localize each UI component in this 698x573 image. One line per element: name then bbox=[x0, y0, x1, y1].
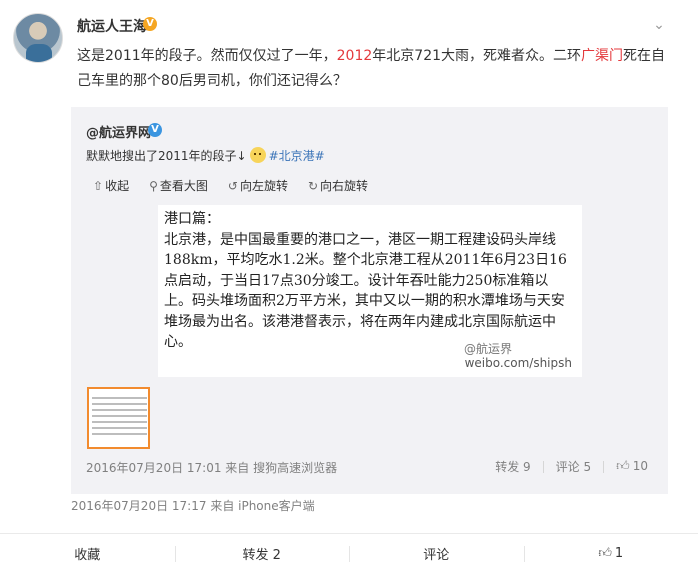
thumbnail-text-preview bbox=[92, 397, 147, 439]
repost-like-button[interactable]: 👍︎ 10 bbox=[616, 459, 648, 474]
thumbs-up-icon: 👍︎ bbox=[616, 459, 630, 474]
view-large-label: 查看大图 bbox=[159, 179, 208, 193]
repost-comment-link[interactable]: 评论 5 bbox=[556, 458, 591, 475]
comment-label: 评论 bbox=[423, 548, 450, 563]
repost-like-count: 10 bbox=[632, 459, 648, 473]
repost-forward-link[interactable]: 转发 9 bbox=[495, 458, 530, 475]
emoji-icon bbox=[249, 147, 266, 163]
post-timestamp[interactable]: 2016年07月20日 17:17 bbox=[71, 499, 206, 513]
post-username[interactable]: 航运人王海 bbox=[77, 16, 147, 36]
post-text: 这是2011年的段子。然而仅仅过了一年，2012年北京721大雨，死难者众。二环… bbox=[77, 44, 667, 94]
divider bbox=[542, 460, 544, 473]
view-large-button[interactable]: ⚲ 查看大图 bbox=[149, 177, 208, 194]
action-bar: 收藏 转发 2 评论 👍︎ 1 bbox=[0, 533, 698, 573]
magnifier-icon: ⚲ bbox=[149, 178, 158, 193]
collapse-label: 收起 bbox=[105, 179, 130, 193]
divider bbox=[603, 460, 605, 473]
repost-label: 转发 2 bbox=[242, 548, 281, 563]
repost-meta: 2016年07月20日 17:01 来自 搜狗高速浏览器 bbox=[86, 461, 338, 475]
year-link[interactable]: 2012 bbox=[337, 48, 373, 64]
collapse-button[interactable]: ⇧ 收起 bbox=[93, 177, 129, 194]
topic-link[interactable]: #北京港# bbox=[269, 149, 325, 163]
rotate-left-label: 向左旋转 bbox=[239, 179, 288, 193]
post-source: 来自 iPhone客户端 bbox=[210, 499, 315, 513]
verified-icon: V bbox=[148, 123, 162, 137]
image-toolbar: ⇧ 收起 ⚲ 查看大图 ↺ 向左旋转 ↻ 向右旋转 bbox=[93, 177, 388, 194]
image-body-text: 北京港，是中国最重要的港口之一，港区一期工程建设码头岸线188km，平均吃水1.… bbox=[164, 231, 567, 351]
image-heading: 港口篇： bbox=[164, 211, 220, 227]
reposted-weibo: @航运界网 V 默默地搜出了2011年的段子↓ #北京港# ⇧ 收起 ⚲ 查看大图 ↺… bbox=[71, 107, 668, 494]
place-link[interactable]: 广渠门 bbox=[581, 48, 623, 64]
verified-icon: V bbox=[143, 17, 157, 31]
rotate-left-icon: ↺ bbox=[227, 178, 238, 193]
favorite-button[interactable]: 收藏 bbox=[0, 534, 175, 573]
image-thumbnail[interactable] bbox=[87, 387, 150, 449]
like-button[interactable]: 👍︎ 1 bbox=[523, 534, 698, 573]
rotate-right-button[interactable]: ↻ 向右旋转 bbox=[308, 177, 368, 194]
rotate-right-icon: ↻ bbox=[307, 178, 319, 193]
expanded-image[interactable]: 港口篇： 北京港，是中国最重要的港口之一，港区一期工程建设码头岸线188km，平… bbox=[158, 205, 582, 377]
collapse-arrow-icon: ⇧ bbox=[93, 178, 104, 193]
thumbs-up-icon: 👍︎ bbox=[598, 546, 612, 561]
repost-text: 默默地搜出了2011年的段子↓ #北京港# bbox=[86, 147, 325, 165]
like-count: 1 bbox=[614, 546, 624, 561]
comment-button[interactable]: 评论 bbox=[349, 534, 524, 573]
post-text-part: 这是2011年的段子。然而仅仅过了一年， bbox=[77, 48, 337, 64]
avatar[interactable] bbox=[13, 13, 63, 63]
repost-button[interactable]: 转发 2 bbox=[174, 534, 350, 573]
image-watermark-url: weibo.com/shipsh bbox=[464, 356, 572, 370]
rotate-right-label: 向右旋转 bbox=[320, 179, 369, 193]
favorite-label: 收藏 bbox=[74, 548, 101, 563]
repost-text-body: 默默地搜出了2011年的段子↓ bbox=[86, 149, 247, 163]
rotate-left-button[interactable]: ↺ 向左旋转 bbox=[228, 177, 288, 194]
post-text-part: 年北京721大雨，死难者众。二环 bbox=[372, 48, 582, 64]
repost-actions: 转发 9 评论 5 👍︎ 10 bbox=[495, 458, 648, 475]
chevron-down-icon[interactable]: ⌄ bbox=[652, 18, 666, 32]
repost-username[interactable]: @航运界网 bbox=[86, 122, 151, 141]
post-meta: 2016年07月20日 17:17 来自 iPhone客户端 bbox=[71, 497, 315, 514]
